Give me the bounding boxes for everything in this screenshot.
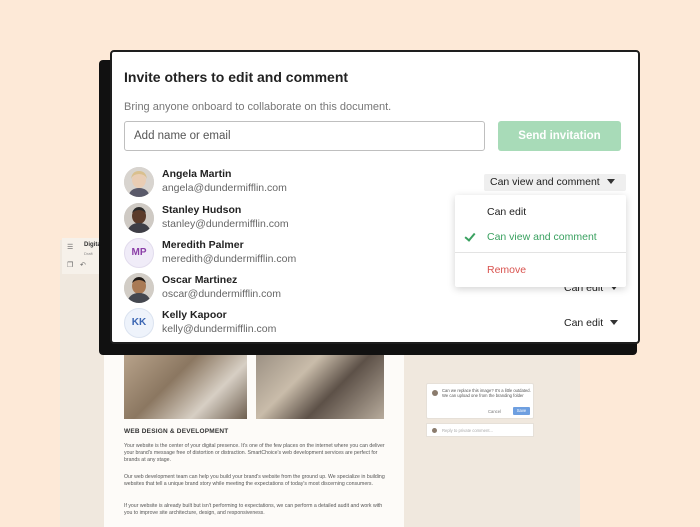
app-frame: ☰ Digita Draft ❐ ↶ WEB DESIGN & DEVELOPM… [0,0,700,527]
person-email: angela@dundermifflin.com [162,182,287,194]
office-photo [124,352,247,419]
person-email: stanley@dundermifflin.com [162,218,289,230]
avatar [124,273,154,303]
modal-title: Invite others to edit and comment [124,69,349,85]
person-name: Meredith Palmer [162,239,244,251]
permission-dropdown[interactable]: Can edit [564,317,619,329]
menu-item-remove[interactable]: Remove [487,264,526,276]
paragraph: Our web development team can help you bu… [124,474,385,488]
comment-card: Can we replace this image? It's a little… [426,383,534,419]
avatar-initials: KK [131,317,147,328]
menu-item-can-edit[interactable]: Can edit [487,206,526,218]
laptop-photo [256,352,384,419]
person-email: oscar@dundermifflin.com [162,288,282,300]
copy-icon[interactable]: ❐ [67,262,75,269]
avatar: KK [124,308,154,338]
person-name: Stanley Hudson [162,204,242,216]
avatar [432,428,437,433]
permission-menu: Can edit Can view and comment Remove [455,195,626,287]
section-heading: WEB DESIGN & DEVELOPMENT [124,428,229,435]
permission-dropdown[interactable]: Can view and comment [484,174,626,191]
hamburger-icon[interactable]: ☰ [67,244,75,251]
person-email: kelly@dundermifflin.com [162,323,277,335]
person-name: Kelly Kapoor [162,309,227,321]
avatar [432,390,438,396]
avatar: MP [124,238,154,268]
menu-item-can-view-and-comment[interactable]: Can view and comment [487,231,597,243]
menu-divider [455,252,626,253]
paragraph: Your website is the center of your digit… [124,443,385,464]
avatar [124,203,154,233]
person-row: Oscar Martinez oscar@dundermifflin.com [124,273,424,307]
invite-modal: Invite others to edit and comment Bring … [110,50,640,344]
name-email-input[interactable] [124,121,485,151]
chevron-down-icon [610,320,619,325]
person-row: Stanley Hudson stanley@dundermifflin.com [124,203,424,237]
permission-value: Can edit [564,317,604,329]
comment-cancel-button[interactable]: Cancel [488,409,501,414]
checkmark-icon [464,230,476,242]
person-row: KK Kelly Kapoor kelly@dundermifflin.com [124,308,424,342]
person-email: meredith@dundermifflin.com [162,253,297,265]
permission-value: Can view and comment [490,176,600,188]
undo-icon[interactable]: ↶ [80,262,88,269]
avatar [124,167,154,197]
avatar-initials: MP [131,247,147,258]
chevron-down-icon [606,179,615,184]
modal-subtitle: Bring anyone onboard to collaborate on t… [124,101,392,113]
paragraph: If your website is already built but isn… [124,503,383,517]
person-name: Oscar Martinez [162,274,238,286]
send-invitation-button[interactable]: Send invitation [498,121,621,151]
comment-save-button[interactable]: Save [513,407,530,415]
person-row: Angela Martin angela@dundermifflin.com [124,167,424,201]
person-name: Angela Martin [162,168,232,180]
reply-placeholder: Reply to private comment... [442,427,493,433]
document-status: Draft [84,251,93,256]
reply-input[interactable]: Reply to private comment... [426,423,534,437]
comment-text: Can we replace this image? It's a little… [442,388,531,399]
person-row: MP Meredith Palmer meredith@dundermiffli… [124,238,424,272]
